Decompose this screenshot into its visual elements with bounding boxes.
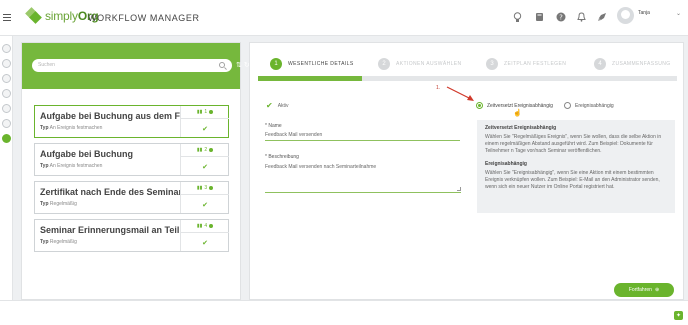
resize-handle-icon[interactable] <box>457 187 461 191</box>
description-label: * Beschreibung <box>265 154 299 160</box>
check-icon: ✔ <box>202 239 208 247</box>
workflow-title: Aufgabe bei Buchung <box>40 149 133 159</box>
rail-nav-3-icon[interactable] <box>2 74 11 83</box>
workflow-list-header: Suchen ⇅↻ <box>22 43 250 89</box>
wizard-steps: 1 WESENTLICHE DETAILS 2 AKTIONEN AUSWÄHL… <box>258 53 677 81</box>
action-count-badge: ▮▮ 3 <box>181 182 229 195</box>
workflow-list-panel: Suchen ⇅↻ Aufgabe bei Buchung aus dem Fr… <box>21 42 250 300</box>
svg-text:?: ? <box>559 14 563 22</box>
chat-icon[interactable]: ✦ <box>674 311 683 320</box>
step-label: ZUSAMMENFASSUNG <box>612 61 671 67</box>
user-name[interactable]: Tanja <box>638 10 650 16</box>
rail-nav-6-icon[interactable] <box>2 119 11 128</box>
step-number: 1 <box>270 58 282 70</box>
workflow-type: Typ Regelmäßig <box>40 201 77 207</box>
annotation-number: 1. <box>436 85 441 91</box>
rocket-icon[interactable] <box>595 10 609 24</box>
search-input[interactable]: Suchen <box>32 59 232 72</box>
chevron-down-icon[interactable]: ⌄ <box>676 10 681 17</box>
active-toggle[interactable]: ✔ Aktiv <box>266 101 289 110</box>
help-heading: Zeitversetzt Ereignisabhängig <box>485 125 557 131</box>
workflow-card[interactable]: Seminar Erinnerungsmail an Teil... Typ R… <box>34 219 229 252</box>
step-summary[interactable]: 4 ZUSAMMENFASSUNG <box>594 53 671 75</box>
menu-icon[interactable] <box>3 14 11 21</box>
check-icon: ✔ <box>202 125 208 133</box>
workflow-list: Aufgabe bei Buchung aus dem Fr... Typ An… <box>34 105 229 257</box>
continue-label: Fortfahren <box>628 287 652 293</box>
name-underline <box>265 140 460 141</box>
radio-label: Zeitversetzt Ereignisabhängig <box>487 102 553 109</box>
search-icon <box>219 62 225 68</box>
rail-nav-1-icon[interactable] <box>2 44 11 53</box>
check-icon: ✔ <box>266 101 273 110</box>
annotation-arrow-icon <box>446 86 474 101</box>
description-value: Feedback Mail versenden nach Seminarteil… <box>265 164 377 170</box>
step-number: 4 <box>594 58 606 70</box>
book-icon[interactable] <box>532 10 546 24</box>
rail-nav-2-icon[interactable] <box>2 59 11 68</box>
radio-option-event[interactable]: Ereignisabhängig <box>564 102 614 109</box>
step-number: 3 <box>486 58 498 70</box>
help-heading: Ereignisabhängig <box>485 161 527 167</box>
step-details[interactable]: 1 WESENTLICHE DETAILS <box>270 53 354 75</box>
step-schedule[interactable]: 3 ZEITPLAN FESTLEGEN <box>486 53 566 75</box>
help-icon[interactable]: ? <box>554 10 568 24</box>
step-label: WESENTLICHE DETAILS <box>288 61 354 67</box>
help-text: Wählen Sie "Regelmäßiges Ereignis", wenn… <box>485 134 662 154</box>
action-count-badge: ▮▮ 4 <box>181 220 229 233</box>
name-field[interactable]: Feedback Mail versenden <box>265 132 322 138</box>
step-progress-fill <box>258 76 362 81</box>
workflow-side: ▮▮ 3 ✔ <box>180 182 229 213</box>
description-field[interactable]: Feedback Mail versenden nach Seminarteil… <box>265 162 461 193</box>
workflow-editor-panel: 1 WESENTLICHE DETAILS 2 AKTIONEN AUSWÄHL… <box>249 42 684 300</box>
workflow-card[interactable]: Aufgabe bei Buchung Typ An Ereignis fest… <box>34 143 229 176</box>
sort-icon[interactable]: ⇅ <box>236 62 244 69</box>
bell-icon[interactable] <box>574 10 588 24</box>
workflow-type: Typ An Ereignis festmachen <box>40 125 103 131</box>
help-box: Zeitversetzt Ereignisabhängig Wählen Sie… <box>477 120 675 213</box>
bottom-bar: ✦ <box>0 300 688 325</box>
workflow-type: Typ An Ereignis festmachen <box>40 163 103 169</box>
help-text: Wählen Sie "Ereignisabhängig", wenn Sie … <box>485 170 660 190</box>
step-progress-bar <box>258 76 677 81</box>
workflow-type: Typ Regelmäßig <box>40 239 77 245</box>
step-actions[interactable]: 2 AKTIONEN AUSWÄHLEN <box>378 53 462 75</box>
workflow-title: Zertifikat nach Ende des Seminar... <box>40 187 180 197</box>
workflow-side: ▮▮ 4 ✔ <box>180 220 229 251</box>
rail-nav-workflow-icon[interactable] <box>2 134 11 143</box>
radio-selected-icon[interactable] <box>476 102 483 109</box>
workflow-card[interactable]: Zertifikat nach Ende des Seminar... Typ … <box>34 181 229 214</box>
check-icon: ✔ <box>202 163 208 171</box>
lightbulb-icon[interactable] <box>510 10 524 24</box>
app-title: WORKFLOW MANAGER <box>88 13 200 23</box>
logo-mark-icon <box>25 7 42 24</box>
step-number: 2 <box>378 58 390 70</box>
radio-label: Ereignisabhängig <box>575 102 614 109</box>
workflow-title: Seminar Erinnerungsmail an Teil... <box>40 225 180 235</box>
workflow-card[interactable]: Aufgabe bei Buchung aus dem Fr... Typ An… <box>34 105 229 138</box>
action-count-badge: ▮▮ 1 <box>181 106 229 119</box>
workflow-side: ▮▮ 1 ✔ <box>180 106 229 137</box>
name-label: * Name <box>265 123 282 129</box>
continue-button[interactable]: Fortfahren ⊕ <box>614 283 674 297</box>
top-bar: simplyOrg WORKFLOW MANAGER ? Tanja ⌄ <box>0 0 688 36</box>
workflow-side: ▮▮ 2 ✔ <box>180 144 229 175</box>
left-rail <box>0 36 13 325</box>
rail-nav-5-icon[interactable] <box>2 104 11 113</box>
active-label: Aktiv <box>277 102 289 109</box>
search-placeholder: Suchen <box>38 62 55 68</box>
step-label: AKTIONEN AUSWÄHLEN <box>396 61 462 67</box>
avatar[interactable] <box>617 7 634 24</box>
hand-cursor-icon: ☝ <box>513 110 522 117</box>
workflow-title: Aufgabe bei Buchung aus dem Fr... <box>40 111 180 121</box>
step-label: ZEITPLAN FESTLEGEN <box>504 61 567 67</box>
action-count-badge: ▮▮ 2 <box>181 144 229 157</box>
check-icon: ✔ <box>202 201 208 209</box>
rail-nav-4-icon[interactable] <box>2 89 11 98</box>
radio-option-delayed[interactable]: Zeitversetzt Ereignisabhängig <box>476 102 553 109</box>
arrow-right-icon: ⊕ <box>654 287 660 293</box>
radio-unselected-icon[interactable] <box>564 102 571 109</box>
